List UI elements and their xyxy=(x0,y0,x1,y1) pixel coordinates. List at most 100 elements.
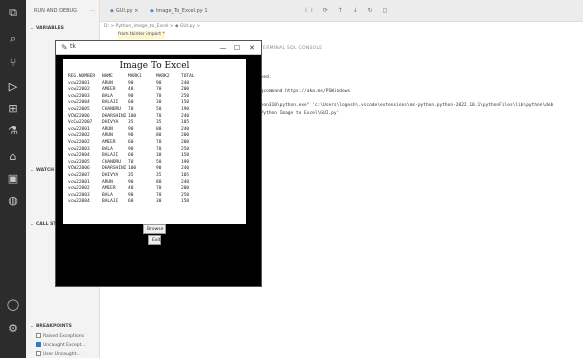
app-heading: Image To Excel xyxy=(119,61,190,71)
breakpoints-section[interactable]: ⌄ BREAKPOINTS xyxy=(26,322,100,332)
table-cell: 80 xyxy=(156,133,162,139)
table-cell: VcCw22007 xyxy=(68,120,93,126)
table-cell: 70 xyxy=(156,139,162,145)
table-cell: 200 xyxy=(181,87,190,93)
table-cell: 40 xyxy=(128,186,134,192)
run-debug-icon[interactable]: ▷ xyxy=(6,80,20,94)
table-cell: 105 xyxy=(181,172,190,178)
table-cell: vcw22004 xyxy=(68,100,90,106)
exit-button[interactable]: Exit xyxy=(148,235,161,245)
column-header: NAME xyxy=(102,74,113,79)
breakpoint-label: User Uncaught... xyxy=(43,352,81,357)
variables-section[interactable]: ⌄ VARIABLES xyxy=(26,24,100,34)
panel-tabs[interactable]: TERMINAL SQL CONSOLE xyxy=(260,45,322,53)
table-cell: vcw22004 xyxy=(68,153,90,159)
debug-toolbar[interactable]: ⁞⁞ ⟳ ↑ ↓ ↻ ◻ xyxy=(305,5,391,17)
table-cell: BALAJI xyxy=(102,153,119,159)
table-cell: DHARSHINI xyxy=(102,166,127,172)
feather-icon: ✎ xyxy=(61,43,68,52)
search-icon[interactable]: ⌕ xyxy=(6,32,20,46)
table-cell: vcw22002 xyxy=(68,133,90,139)
terminal-line: ngcommand https://aka.ms/PSWindows xyxy=(258,89,351,94)
results-panel: Image To Excel REG.NUMBER NAME MARK1 MARK2 T… xyxy=(63,59,246,224)
browse-button[interactable]: Browse xyxy=(143,224,166,234)
close-icon[interactable]: × xyxy=(134,8,138,14)
minimize-button[interactable]: — xyxy=(216,42,230,54)
breakpoint-label: Uncaught Except... xyxy=(43,343,86,348)
tk-window[interactable]: ✎ tk — ☐ ✕ Image To Excel REG.NUMBER NAME… xyxy=(55,40,262,287)
watch-label: WATCH xyxy=(36,168,55,173)
table-cell: 240 xyxy=(181,166,190,172)
table-cell: 200 xyxy=(181,139,190,145)
table-cell: vcw22007 xyxy=(68,172,90,178)
table-cell: 70 xyxy=(128,106,134,112)
table-cell: ARUN xyxy=(102,133,113,139)
checkbox[interactable] xyxy=(36,351,41,356)
tab-image-to-excel[interactable]: ◆ Image_To_Excel.py 1 xyxy=(150,5,208,17)
table-cell: AMEER xyxy=(102,139,116,145)
table-cell: Vcw22002 xyxy=(68,139,90,145)
tab-label: GUI.py xyxy=(115,8,133,14)
table-cell: CHANDRU xyxy=(102,106,121,112)
testing-icon[interactable]: ⚗ xyxy=(6,124,20,138)
breadcrumb[interactable]: D: > Python_image_to_Excel > ◆ GUI.py > xyxy=(104,23,200,31)
table-cell: BALAJI xyxy=(102,199,119,205)
table-cell: vcw22002 xyxy=(68,186,90,192)
files-icon[interactable]: ⧉ xyxy=(6,6,20,20)
close-button[interactable]: ✕ xyxy=(245,42,259,54)
extensions-icon[interactable]: ⊞ xyxy=(6,102,20,116)
window-titlebar[interactable]: ✎ tk — ☐ ✕ xyxy=(56,41,261,55)
table-cell: 60 xyxy=(128,199,134,205)
account-icon[interactable]: ◯ xyxy=(6,298,20,312)
table-cell: vcw22002 xyxy=(68,87,90,93)
table-cell: 30 xyxy=(156,153,162,159)
column-header: TOTAL xyxy=(181,74,195,79)
docker-icon[interactable]: ▣ xyxy=(6,172,20,186)
table-cell: 150 xyxy=(181,199,190,205)
table-cell: 35 xyxy=(128,172,134,178)
table-cell: 150 xyxy=(181,100,190,106)
settings-icon[interactable]: ⚙ xyxy=(6,322,20,336)
more-actions-icon[interactable]: ··· xyxy=(90,0,95,22)
table-cell: DHIVYA xyxy=(102,172,119,178)
terminal-line: thon310\python.exe" 'c:\Users\logesh\.vs… xyxy=(258,103,554,108)
table-cell: 200 xyxy=(181,133,190,139)
breakpoints-label: BREAKPOINTS xyxy=(36,324,72,329)
database-icon[interactable]: ◍ xyxy=(6,194,20,208)
table-cell: 30 xyxy=(156,199,162,205)
table-cell: 35 xyxy=(128,120,134,126)
column-header: REG.NUMBER xyxy=(68,74,96,79)
table-cell: 190 xyxy=(181,106,190,112)
breakpoint-label: Raised Exceptions xyxy=(43,334,84,339)
breakpoint-option[interactable]: Uncaught Except... xyxy=(36,342,86,350)
table-cell: 35 xyxy=(156,120,162,126)
table-cell: 70 xyxy=(156,87,162,93)
table-cell: AMEER xyxy=(102,186,116,192)
variables-label: VARIABLES xyxy=(36,26,64,31)
table-cell: 30 xyxy=(156,100,162,106)
table-cell: 90 xyxy=(156,166,162,172)
window-title: tk xyxy=(70,43,76,50)
checkbox[interactable] xyxy=(36,333,41,338)
window-client: Image To Excel REG.NUMBER NAME MARK1 MARK2 T… xyxy=(56,55,261,286)
code-line[interactable]: from tkinter import * xyxy=(118,31,165,39)
table-cell: 105 xyxy=(181,120,190,126)
column-header: MARK1 xyxy=(128,74,142,79)
table-cell: 90 xyxy=(128,133,134,139)
breakpoint-option[interactable]: Raised Exceptions xyxy=(36,333,84,341)
terminal-line: \Python Image to Excel\GUI.py' xyxy=(258,111,340,116)
remote-icon[interactable]: ⌂ xyxy=(6,150,20,164)
checkbox[interactable] xyxy=(36,342,41,347)
table-cell: DHIVYA xyxy=(102,120,119,126)
column-header: MARK2 xyxy=(156,74,170,79)
table-cell: BALAJI xyxy=(102,100,119,106)
table-cell: VCW22006 xyxy=(68,166,90,172)
maximize-button[interactable]: ☐ xyxy=(230,42,244,54)
table-cell: AMEER xyxy=(102,87,116,93)
table-cell: 35 xyxy=(156,172,162,178)
source-control-icon[interactable]: ⑂ xyxy=(6,56,20,70)
table-cell: 60 xyxy=(128,153,134,159)
tab-gui-py[interactable]: ◆ GUI.py × xyxy=(110,5,138,17)
run-debug-header: RUN AND DEBUG ··· xyxy=(26,0,99,22)
table-cell: 60 xyxy=(128,100,134,106)
